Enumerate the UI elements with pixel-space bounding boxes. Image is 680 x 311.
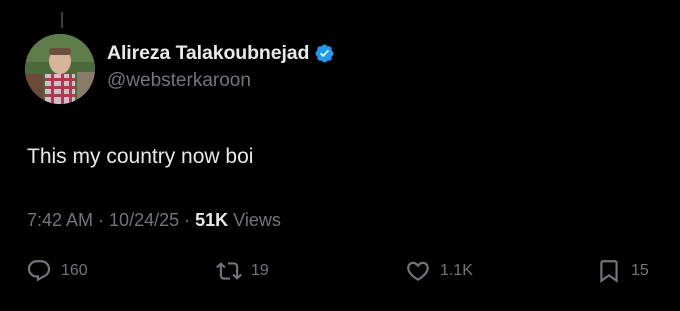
verified-badge-icon[interactable] <box>314 43 335 64</box>
reply-button[interactable]: 160 <box>26 258 88 284</box>
retweet-count: 19 <box>251 262 269 279</box>
meta-separator: · <box>184 210 191 230</box>
reply-icon <box>27 260 51 282</box>
like-button[interactable]: 1.1K <box>405 258 473 284</box>
tweet[interactable]: Alireza Talakoubnejad @websterkaroon Thi… <box>0 0 680 311</box>
display-name[interactable]: Alireza Talakoubnejad <box>107 42 309 65</box>
retweet-icon <box>216 262 242 280</box>
bookmark-button[interactable]: 15 <box>596 258 649 284</box>
heart-icon <box>407 261 429 281</box>
action-bar: 160 19 1.1K 15 <box>0 258 680 284</box>
avatar[interactable] <box>25 34 95 104</box>
bookmark-icon <box>600 260 618 283</box>
reply-count: 160 <box>61 262 88 279</box>
user-handle[interactable]: @websterkaroon <box>107 70 251 92</box>
retweet-button[interactable]: 19 <box>216 258 269 284</box>
tweet-text: This my country now boi <box>27 145 254 168</box>
tweet-time[interactable]: 7:42 AM <box>27 210 93 231</box>
thread-connector-line <box>61 12 63 28</box>
avatar-image <box>25 34 95 104</box>
user-name-row: Alireza Talakoubnejad <box>107 41 335 65</box>
views-count[interactable]: 51K <box>195 210 228 231</box>
views-label: Views <box>233 210 281 230</box>
tweet-date[interactable]: 10/24/25 <box>109 210 179 231</box>
tweet-meta: 7:42 AM · 10/24/25 · 51K Views <box>27 210 281 231</box>
like-count: 1.1K <box>440 262 473 279</box>
meta-separator: · <box>98 210 105 230</box>
bookmark-count: 15 <box>631 262 649 279</box>
